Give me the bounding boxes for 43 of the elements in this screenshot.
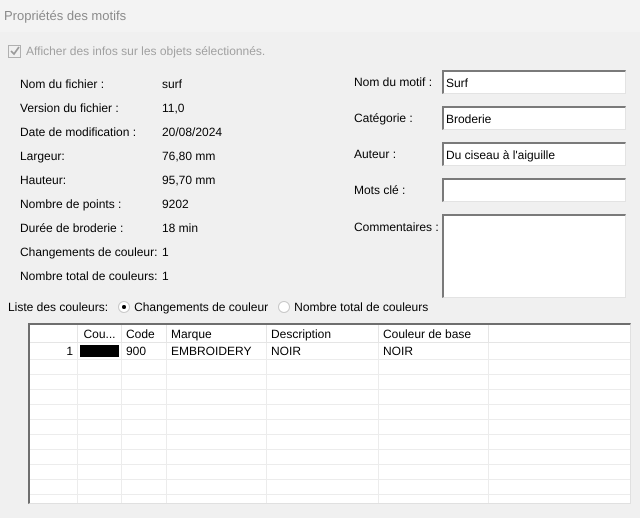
table-cell: NOIR — [267, 343, 379, 359]
info-label: Hauteur: — [20, 172, 68, 189]
info-label: Nombre total de couleurs: — [20, 268, 158, 285]
field-label: Mots clé : — [354, 182, 406, 199]
table-cell: 1 — [30, 343, 78, 359]
info-label: Largeur: — [20, 148, 66, 165]
input-field[interactable]: Surf — [442, 70, 626, 94]
field-label: Auteur : — [354, 146, 398, 163]
radio-option[interactable]: Changements de couleur — [118, 298, 268, 316]
table-cell: NOIR — [379, 343, 489, 359]
info-value: 95,70 mm — [162, 172, 216, 189]
field-label: Catégorie : — [354, 110, 414, 127]
info-label: Changements de couleur: — [20, 244, 158, 261]
column-header[interactable]: Description — [267, 325, 379, 342]
info-label: Nom du fichier : — [20, 76, 106, 93]
window-title: Propriétés des motifs — [4, 7, 126, 26]
info-value: 1 — [162, 268, 169, 285]
checkbox-label: Afficher des infos sur les objets sélectionnés. — [26, 43, 266, 60]
info-value: 18 min — [162, 220, 198, 237]
info-value: 76,80 mm — [162, 148, 216, 165]
info-value: 9202 — [162, 196, 189, 213]
text-area[interactable] — [442, 214, 626, 298]
info-label: Durée de broderie : — [20, 220, 124, 237]
column-header[interactable]: Cou... — [78, 325, 122, 342]
info-value: surf — [162, 76, 182, 93]
field-label: Nom du motif : — [354, 74, 434, 91]
info-label: Date de modification : — [20, 124, 138, 141]
field-label: Commentaires : — [354, 219, 440, 236]
table-cell: EMBROIDERY — [167, 343, 267, 359]
table-cell: 900 — [122, 343, 167, 359]
color-list-label: Liste des couleurs: — [8, 299, 108, 316]
input-field[interactable]: Du ciseau à l'aiguille — [442, 142, 626, 166]
info-value: 1 — [162, 244, 169, 261]
info-label: Nombre de points : — [20, 196, 122, 213]
radio-option[interactable]: Nombre total de couleurs — [278, 298, 428, 316]
info-value: 20/08/2024 — [162, 124, 222, 141]
column-header[interactable]: Code — [122, 325, 167, 342]
column-header[interactable]: Couleur de base — [379, 325, 489, 342]
column-header[interactable]: Marque — [167, 325, 267, 342]
info-label: Version du fichier : — [20, 100, 120, 117]
info-value: 11,0 — [162, 100, 184, 117]
input-field[interactable]: Broderie — [442, 106, 626, 130]
input-field[interactable] — [442, 178, 626, 202]
